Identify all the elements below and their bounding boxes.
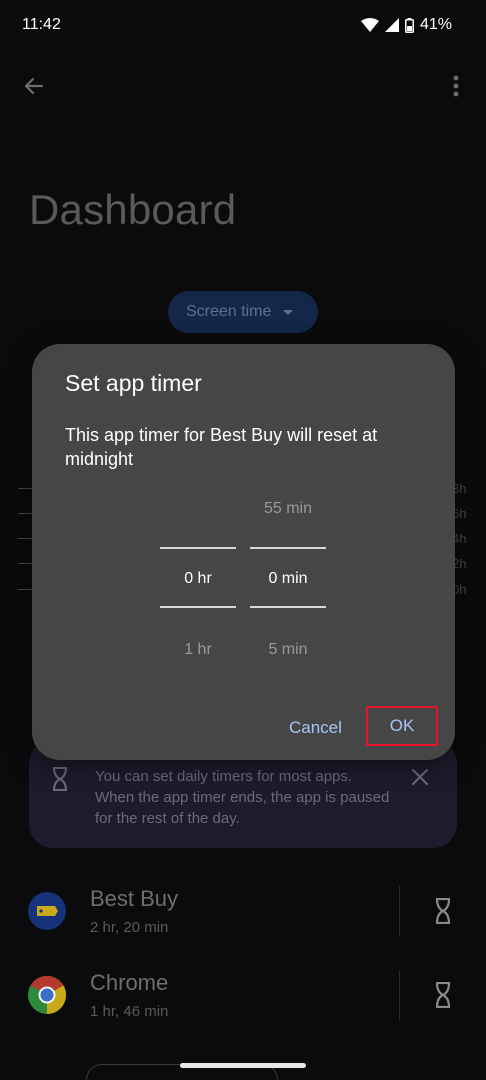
dialog-message: This app timer for Best Buy will reset a… bbox=[65, 425, 378, 469]
hourglass-icon[interactable] bbox=[434, 897, 452, 929]
set-app-timer-dialog: Set app timer This app timer for Best Bu… bbox=[32, 344, 455, 760]
cancel-button[interactable]: Cancel bbox=[289, 718, 342, 738]
chrome-icon bbox=[28, 975, 67, 1015]
screen: 11:42 41% Dashboard Screen time 3h 6h 4h bbox=[0, 0, 486, 1080]
ok-button-label: OK bbox=[389, 716, 415, 735]
picker-divider bbox=[160, 547, 236, 549]
screen-time-dropdown[interactable]: Screen time bbox=[168, 291, 318, 333]
back-arrow-icon[interactable] bbox=[20, 72, 48, 100]
minutes-above[interactable]: 55 min bbox=[250, 500, 326, 518]
row-divider bbox=[399, 886, 400, 936]
status-time: 11:42 bbox=[22, 16, 61, 33]
status-bar: 11:42 41% bbox=[0, 0, 486, 52]
app-name: Chrome bbox=[90, 970, 169, 995]
minutes-selected[interactable]: 0 min bbox=[250, 570, 326, 588]
app-usage: 1 hr, 46 min bbox=[90, 1003, 169, 1020]
hours-below[interactable]: 1 hr bbox=[160, 641, 236, 659]
picker-divider bbox=[160, 606, 236, 608]
row-divider bbox=[399, 970, 400, 1020]
cell-signal-icon bbox=[384, 18, 399, 32]
page-title: Dashboard bbox=[29, 186, 237, 233]
app-name: Best Buy bbox=[90, 886, 179, 911]
hourglass-icon bbox=[51, 767, 69, 796]
more-options-icon[interactable] bbox=[442, 72, 470, 100]
minutes-picker[interactable]: 55 min 0 min 5 min bbox=[250, 492, 326, 662]
battery-percent: 41% bbox=[419, 16, 452, 33]
battery-icon bbox=[404, 17, 414, 33]
app-row-best-buy[interactable]: Best Buy 2 hr, 20 min bbox=[0, 872, 486, 956]
dropdown-caret-icon bbox=[283, 309, 294, 315]
wifi-icon bbox=[360, 18, 379, 32]
minutes-below[interactable]: 5 min bbox=[250, 641, 326, 659]
dialog-title: Set app timer bbox=[65, 370, 202, 396]
app-row-chrome[interactable]: Chrome 1 hr, 46 min bbox=[0, 956, 486, 1040]
picker-divider bbox=[250, 606, 326, 608]
hours-selected[interactable]: 0 hr bbox=[160, 570, 236, 588]
ok-button[interactable]: OK bbox=[366, 706, 438, 746]
app-usage: 2 hr, 20 min bbox=[90, 919, 169, 936]
dropdown-label: Screen time bbox=[186, 303, 272, 320]
picker-divider bbox=[250, 547, 326, 549]
info-card-text: You can set daily timers for most apps. … bbox=[95, 768, 390, 827]
close-icon[interactable] bbox=[411, 768, 429, 791]
hours-picker[interactable]: 0 hr 1 hr bbox=[160, 492, 236, 662]
best-buy-icon bbox=[28, 892, 66, 930]
status-icons: 41% bbox=[360, 16, 452, 34]
home-indicator[interactable] bbox=[180, 1063, 306, 1068]
hourglass-icon[interactable] bbox=[434, 981, 452, 1013]
